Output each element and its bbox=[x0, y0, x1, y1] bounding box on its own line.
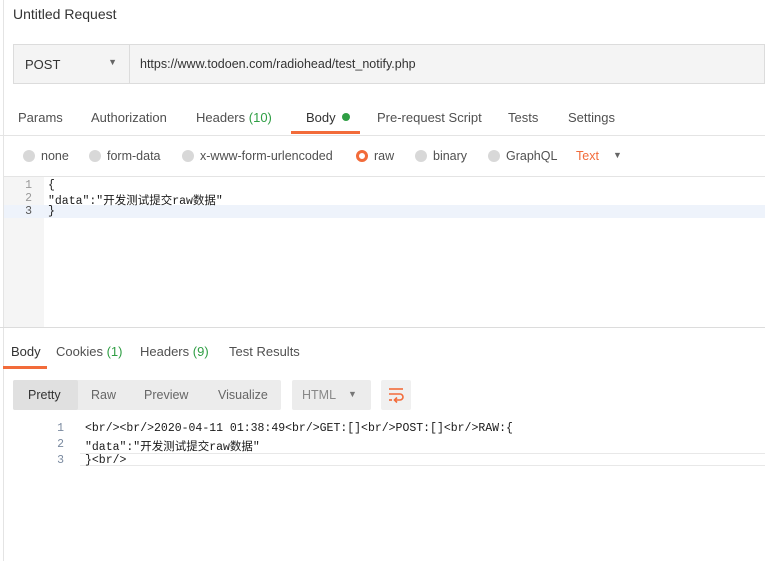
raw-button[interactable]: Raw bbox=[91, 388, 116, 402]
radio-form-data-label: form-data bbox=[107, 149, 161, 163]
response-code-line: "data":"开发测试提交raw数据" bbox=[85, 441, 260, 454]
tab-headers-count: (10) bbox=[248, 110, 272, 125]
wrap-lines-icon bbox=[389, 388, 404, 404]
resp-tab-cookies[interactable]: Cookies (1) bbox=[56, 344, 122, 359]
raw-type-select[interactable]: Text bbox=[576, 149, 599, 163]
radio-binary[interactable]: binary bbox=[415, 149, 467, 163]
radio-none[interactable]: none bbox=[23, 149, 69, 163]
visualize-button[interactable]: Visualize bbox=[218, 388, 268, 402]
tab-headers[interactable]: Headers (10) bbox=[196, 110, 272, 125]
tab-tests[interactable]: Tests bbox=[508, 110, 538, 125]
radio-icon bbox=[415, 150, 427, 162]
radio-urlencoded-label: x-www-form-urlencoded bbox=[200, 149, 333, 163]
method-label: POST bbox=[25, 57, 61, 72]
active-tab-indicator bbox=[3, 366, 47, 369]
resp-tab-test-results[interactable]: Test Results bbox=[229, 344, 300, 359]
preview-button[interactable]: Preview bbox=[144, 388, 188, 402]
request-title[interactable]: Untitled Request bbox=[13, 6, 117, 22]
tab-pre-request-script[interactable]: Pre-request Script bbox=[377, 110, 482, 125]
radio-binary-label: binary bbox=[433, 149, 468, 163]
resp-tab-headers-count: (9) bbox=[192, 344, 209, 359]
tab-settings[interactable]: Settings bbox=[568, 110, 615, 125]
resp-tab-cookies-count: (1) bbox=[106, 344, 123, 359]
code-line: { bbox=[48, 179, 55, 192]
chevron-down-icon: ▼ bbox=[108, 57, 117, 67]
url-input[interactable]: https://www.todoen.com/radiohead/test_no… bbox=[129, 44, 765, 84]
tabs-divider bbox=[0, 135, 765, 136]
language-label: HTML bbox=[302, 388, 337, 402]
response-active-line bbox=[80, 453, 765, 466]
radio-graphql-label: GraphQL bbox=[506, 149, 558, 163]
line-number: 1 bbox=[25, 179, 32, 192]
line-number: 3 bbox=[57, 454, 64, 467]
radio-selected-icon bbox=[356, 150, 368, 162]
response-code-line: <br/><br/>2020-04-11 01:38:49<br/>GET:[]… bbox=[85, 422, 513, 435]
tab-headers-label: Headers bbox=[196, 110, 246, 125]
radio-urlencoded[interactable]: x-www-form-urlencoded bbox=[182, 149, 333, 163]
line-number: 2 bbox=[57, 438, 64, 451]
pretty-label[interactable]: Pretty bbox=[28, 388, 61, 402]
resp-tab-body[interactable]: Body bbox=[11, 344, 41, 359]
radio-icon bbox=[182, 150, 194, 162]
radio-none-label: none bbox=[41, 149, 69, 163]
code-line: } bbox=[48, 205, 55, 218]
tab-authorization[interactable]: Authorization bbox=[91, 110, 167, 125]
tab-body[interactable]: Body bbox=[306, 110, 350, 125]
response-code-line: }<br/> bbox=[85, 454, 127, 467]
resp-tab-cookies-label: Cookies bbox=[56, 344, 103, 359]
active-tab-indicator bbox=[291, 131, 360, 134]
tab-body-label: Body bbox=[306, 110, 336, 125]
url-text: https://www.todoen.com/radiohead/test_no… bbox=[140, 57, 416, 71]
wrap-lines-button[interactable] bbox=[381, 380, 411, 410]
line-number: 3 bbox=[25, 205, 32, 218]
radio-graphql[interactable]: GraphQL bbox=[488, 149, 557, 163]
chevron-down-icon: ▼ bbox=[348, 389, 357, 399]
radio-raw[interactable]: raw bbox=[356, 149, 394, 163]
radio-raw-label: raw bbox=[374, 149, 395, 163]
resp-tab-headers[interactable]: Headers (9) bbox=[140, 344, 209, 359]
radio-icon bbox=[23, 150, 35, 162]
chevron-down-icon[interactable]: ▼ bbox=[613, 150, 622, 160]
resp-tab-headers-label: Headers bbox=[140, 344, 190, 359]
radio-icon bbox=[89, 150, 101, 162]
radio-form-data[interactable]: form-data bbox=[89, 149, 161, 163]
code-line: "data":"开发测试提交raw数据" bbox=[48, 195, 223, 208]
tab-params[interactable]: Params bbox=[18, 110, 63, 125]
line-number: 2 bbox=[25, 192, 32, 205]
body-indicator-dot bbox=[341, 113, 350, 121]
line-number: 1 bbox=[57, 422, 64, 435]
method-select[interactable]: POST ▼ bbox=[13, 44, 129, 84]
radio-icon bbox=[488, 150, 500, 162]
pane-divider[interactable] bbox=[0, 327, 765, 328]
